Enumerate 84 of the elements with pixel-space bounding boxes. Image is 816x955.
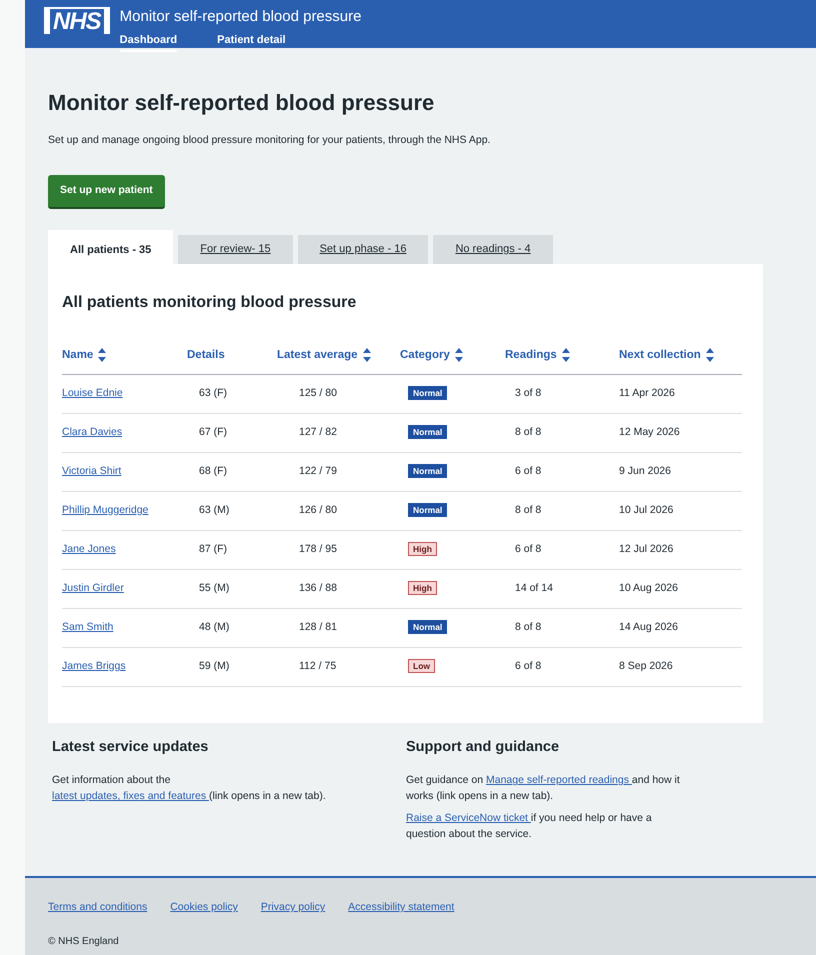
patient-link[interactable]: Jane Jones	[62, 542, 116, 555]
patient-link[interactable]: Justin Girdler	[62, 582, 124, 594]
category-tag: Low	[408, 658, 435, 673]
nav-tab[interactable]: Patient detail	[217, 32, 286, 52]
patient-details: 59 (M)	[199, 660, 230, 672]
collection-date: 9 Jun 2026	[619, 464, 671, 477]
section-heading: Latest service updates	[52, 738, 210, 756]
patient-link[interactable]: Louise Ednie	[62, 386, 123, 399]
nhs-logo[interactable]: NHS	[44, 7, 110, 34]
patient-details: 67 (F)	[199, 426, 228, 438]
column-header[interactable]: Category	[400, 348, 463, 361]
footer-link[interactable]: Privacy policy	[260, 900, 326, 916]
patient-details: 63 (F)	[199, 386, 228, 399]
average-reading: 127 / 82	[299, 426, 337, 438]
collection-date: 12 May 2026	[619, 426, 680, 438]
text-link[interactable]: Manage self-reported readings	[486, 774, 632, 786]
category-tag: Normal	[408, 502, 448, 517]
patient-link[interactable]: Phillip Muggeridge	[62, 504, 148, 516]
intro-text: Set up and manage ongoing blood pressure monitoring for your patients, through the NHS App.	[48, 133, 492, 148]
category-tag: High	[408, 542, 437, 556]
copyright-text: © NHS England	[48, 934, 120, 949]
sort-icon[interactable]	[98, 348, 106, 362]
section-heading: Support and guidance	[406, 738, 560, 756]
filter-tab[interactable]: No readings - 4	[433, 234, 553, 264]
collection-date: 10 Jul 2026	[619, 504, 674, 516]
average-reading: 128 / 81	[299, 620, 337, 633]
collection-date: 12 Jul 2026	[619, 542, 674, 555]
column-header[interactable]: Readings	[505, 348, 570, 361]
patient-details: 48 (M)	[199, 620, 230, 633]
average-reading: 125 / 80	[299, 386, 337, 399]
category-tag: High	[408, 580, 437, 595]
patient-link[interactable]: Victoria Shirt	[62, 464, 122, 477]
category-tag: Normal	[408, 620, 448, 634]
readings-count: 6 of 8	[515, 660, 542, 672]
text-link[interactable]: Raise a ServiceNow ticket	[406, 812, 531, 824]
patient-link[interactable]: James Briggs	[62, 660, 126, 672]
column-header: Details	[187, 348, 225, 361]
footer-link[interactable]: Accessibility statement	[348, 900, 454, 916]
filter-tab[interactable]: For review- 15	[178, 234, 293, 264]
sort-icon[interactable]	[454, 348, 463, 362]
footer-link[interactable]: Terms and conditions	[48, 900, 148, 916]
collection-date: 11 Apr 2026	[619, 386, 675, 399]
patient-link[interactable]: Clara Davies	[62, 426, 122, 438]
readings-count: 6 of 8	[515, 464, 542, 477]
text-link[interactable]: latest updates, fixes and features	[52, 790, 210, 802]
category-tag: Normal	[408, 464, 448, 478]
filter-tab[interactable]: Set up phase - 16	[298, 234, 428, 264]
readings-count: 14 of 14	[515, 582, 553, 594]
average-reading: 136 / 88	[299, 582, 337, 594]
section-text: Get guidance on Manage self-reported readings and how it works (link opens in a new tab).	[406, 773, 681, 804]
patient-details: 55 (M)	[199, 582, 230, 594]
collection-date: 8 Sep 2026	[619, 660, 673, 672]
column-header[interactable]: Latest average	[277, 348, 371, 361]
average-reading: 178 / 95	[299, 542, 337, 555]
readings-count: 8 of 8	[515, 426, 542, 438]
page-heading: Monitor self-reported blood pressure	[48, 90, 436, 116]
category-tag: Normal	[408, 424, 448, 439]
readings-count: 3 of 8	[515, 386, 542, 399]
table-heading: All patients monitoring blood pressure	[62, 293, 358, 313]
average-reading: 112 / 75	[299, 660, 336, 672]
sort-icon[interactable]	[562, 348, 570, 362]
collection-date: 14 Aug 2026	[619, 620, 678, 633]
patient-details: 87 (F)	[199, 542, 228, 555]
patient-details: 68 (F)	[199, 464, 228, 477]
service-title: Monitor self-reported blood pressure	[120, 7, 362, 27]
section-text: Get information about the latest updates, fixes and features (link opens in a new tab).	[52, 773, 327, 804]
nav-tab[interactable]: Dashboard	[120, 32, 178, 52]
readings-count: 6 of 8	[515, 542, 542, 555]
sort-icon[interactable]	[362, 348, 371, 362]
readings-count: 8 of 8	[515, 504, 542, 516]
column-header[interactable]: Name	[62, 348, 106, 361]
column-header[interactable]: Next collection	[619, 348, 714, 361]
setup-patient-button[interactable]: Set up new patient	[48, 175, 165, 209]
category-tag: Normal	[408, 386, 448, 400]
average-reading: 126 / 80	[299, 504, 337, 516]
collection-date: 10 Aug 2026	[619, 582, 678, 594]
readings-count: 8 of 8	[515, 620, 542, 633]
section-text: Raise a ServiceNow ticket if you need help or have a question about the service.	[406, 811, 653, 842]
average-reading: 122 / 79	[299, 464, 337, 477]
patient-link[interactable]: Sam Smith	[62, 620, 114, 633]
footer-link[interactable]: Cookies policy	[170, 900, 238, 916]
filter-tab[interactable]: All patients - 35	[48, 230, 174, 264]
sort-icon[interactable]	[706, 348, 714, 362]
patient-details: 63 (M)	[199, 504, 230, 516]
